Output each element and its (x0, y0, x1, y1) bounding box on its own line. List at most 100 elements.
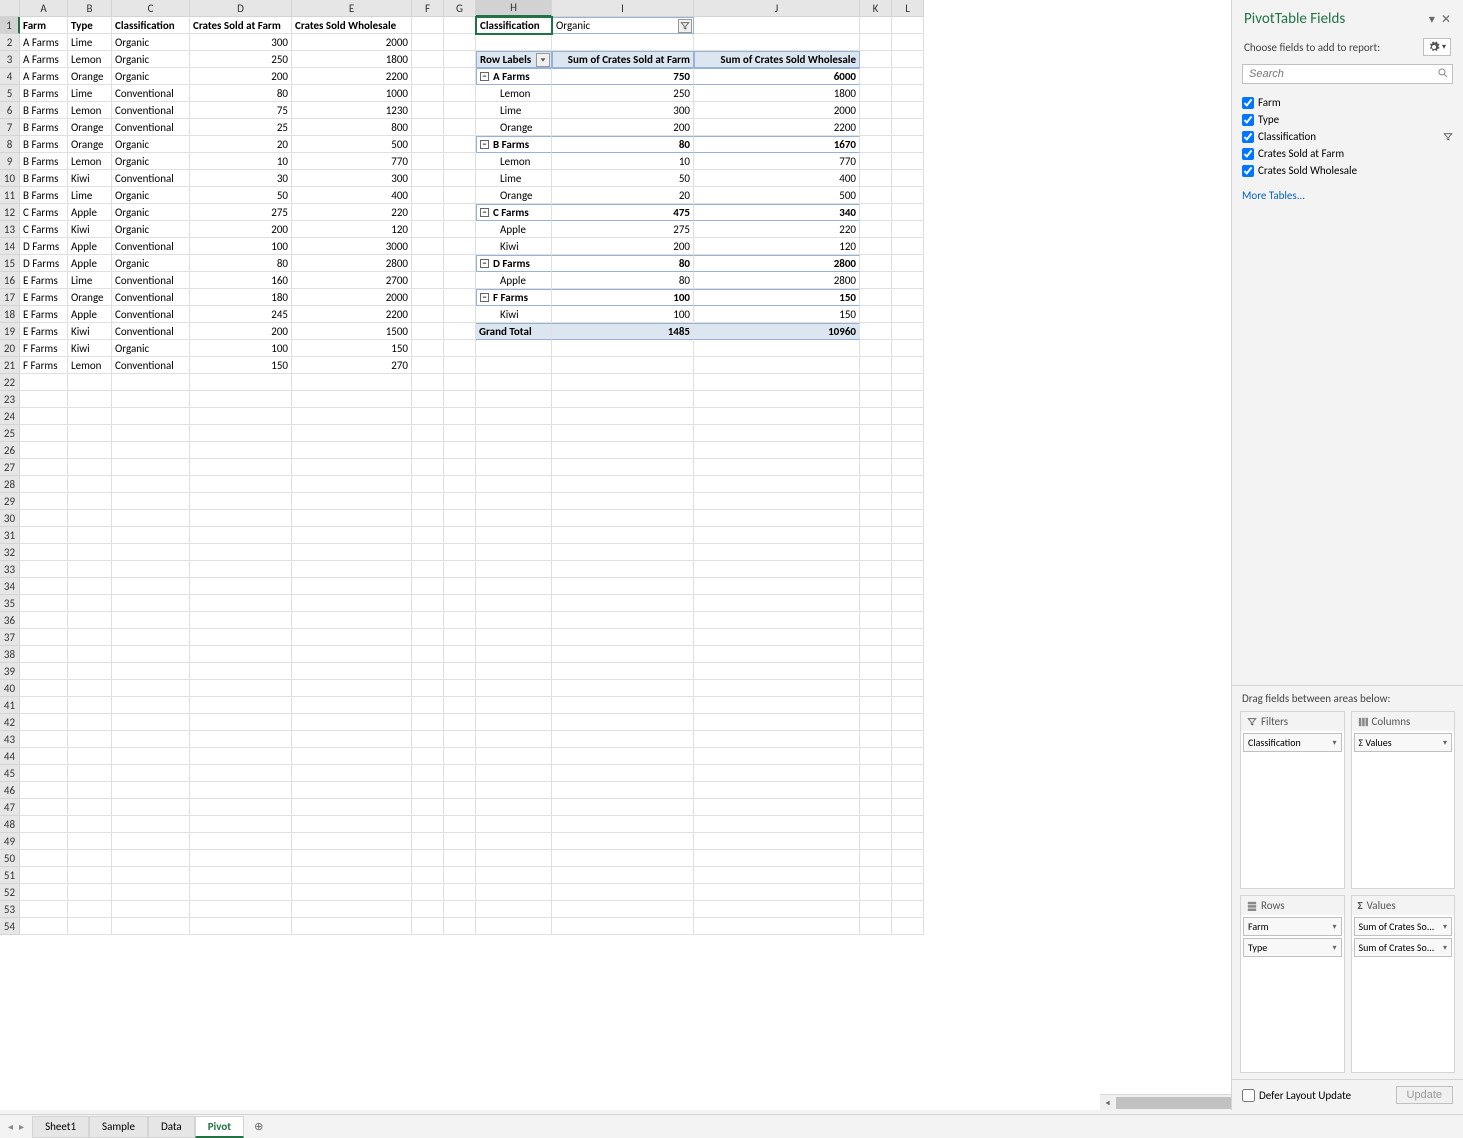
empty-cell[interactable] (412, 459, 444, 476)
data-cell[interactable]: Organic (112, 340, 190, 357)
empty-cell[interactable] (476, 918, 552, 935)
empty-cell[interactable] (412, 391, 444, 408)
empty-cell[interactable] (20, 748, 68, 765)
empty-cell[interactable] (444, 782, 476, 799)
empty-cell[interactable] (552, 714, 694, 731)
empty-cell[interactable] (476, 901, 552, 918)
data-cell[interactable]: 800 (292, 119, 412, 136)
pivot-value-cell[interactable]: 80 (552, 255, 694, 272)
empty-cell[interactable] (20, 731, 68, 748)
pivot-value-cell[interactable]: 2200 (694, 119, 860, 136)
empty-cell[interactable] (112, 918, 190, 935)
empty-cell[interactable] (694, 357, 860, 374)
pivot-value-cell[interactable]: 400 (694, 170, 860, 187)
data-cell[interactable]: 25 (190, 119, 292, 136)
empty-cell[interactable] (444, 204, 476, 221)
empty-cell[interactable] (860, 493, 892, 510)
row-header-15[interactable]: 15 (0, 255, 20, 272)
row-header-23[interactable]: 23 (0, 391, 20, 408)
field-item-crates-sold-wholesale[interactable]: Crates Sold Wholesale (1242, 162, 1453, 179)
data-cell[interactable]: Apple (68, 306, 112, 323)
empty-cell[interactable] (412, 663, 444, 680)
empty-cell[interactable] (552, 34, 694, 51)
column-header-K[interactable]: K (860, 0, 892, 17)
data-cell[interactable]: Orange (68, 68, 112, 85)
empty-cell[interactable] (892, 561, 924, 578)
pivot-sub-row[interactable]: Lemon (476, 85, 552, 102)
empty-cell[interactable] (444, 765, 476, 782)
zone-body[interactable]: Classification▾ (1241, 731, 1344, 888)
header-cell[interactable]: Crates Sold at Farm (190, 17, 292, 34)
empty-cell[interactable] (476, 34, 552, 51)
row-header-26[interactable]: 26 (0, 442, 20, 459)
row-header-47[interactable]: 47 (0, 799, 20, 816)
empty-cell[interactable] (112, 510, 190, 527)
data-cell[interactable]: 75 (190, 102, 292, 119)
empty-cell[interactable] (476, 714, 552, 731)
tab-nav-prev-icon[interactable]: ▸ (19, 1120, 24, 1133)
empty-cell[interactable] (444, 680, 476, 697)
empty-cell[interactable] (190, 646, 292, 663)
empty-cell[interactable] (892, 102, 924, 119)
column-header-C[interactable]: C (112, 0, 190, 17)
empty-cell[interactable] (112, 697, 190, 714)
update-button[interactable]: Update (1396, 1086, 1453, 1104)
empty-cell[interactable] (190, 510, 292, 527)
pivot-value-cell[interactable]: 200 (552, 238, 694, 255)
row-header-46[interactable]: 46 (0, 782, 20, 799)
empty-cell[interactable] (292, 391, 412, 408)
empty-cell[interactable] (476, 561, 552, 578)
empty-cell[interactable] (892, 17, 924, 34)
empty-cell[interactable] (552, 833, 694, 850)
data-cell[interactable]: E Farms (20, 306, 68, 323)
pivot-value-cell[interactable]: 750 (552, 68, 694, 85)
empty-cell[interactable] (190, 476, 292, 493)
data-cell[interactable]: Conventional (112, 357, 190, 374)
empty-cell[interactable] (694, 544, 860, 561)
empty-cell[interactable] (112, 884, 190, 901)
empty-cell[interactable] (444, 68, 476, 85)
data-cell[interactable]: Lemon (68, 153, 112, 170)
empty-cell[interactable] (190, 425, 292, 442)
empty-cell[interactable] (412, 680, 444, 697)
empty-cell[interactable] (20, 918, 68, 935)
empty-cell[interactable] (20, 374, 68, 391)
empty-cell[interactable] (444, 442, 476, 459)
empty-cell[interactable] (860, 816, 892, 833)
zone-columns[interactable]: ColumnsΣ Values▾ (1351, 711, 1456, 889)
empty-cell[interactable] (444, 510, 476, 527)
empty-cell[interactable] (20, 901, 68, 918)
empty-cell[interactable] (444, 238, 476, 255)
collapse-icon[interactable]: − (480, 72, 489, 81)
empty-cell[interactable] (444, 255, 476, 272)
empty-cell[interactable] (476, 799, 552, 816)
empty-cell[interactable] (412, 629, 444, 646)
empty-cell[interactable] (444, 408, 476, 425)
empty-cell[interactable] (860, 527, 892, 544)
empty-cell[interactable] (892, 714, 924, 731)
pivot-value-cell[interactable]: 2800 (694, 255, 860, 272)
pivot-filter-value[interactable]: Organic (552, 17, 694, 34)
empty-cell[interactable] (892, 51, 924, 68)
data-cell[interactable]: D Farms (20, 255, 68, 272)
empty-cell[interactable] (68, 884, 112, 901)
pivot-grand-total-label[interactable]: Grand Total (476, 323, 552, 340)
empty-cell[interactable] (860, 901, 892, 918)
data-cell[interactable]: Conventional (112, 102, 190, 119)
empty-cell[interactable] (112, 578, 190, 595)
pivot-sub-row[interactable]: Kiwi (476, 306, 552, 323)
data-cell[interactable]: C Farms (20, 204, 68, 221)
row-header-32[interactable]: 32 (0, 544, 20, 561)
empty-cell[interactable] (412, 782, 444, 799)
empty-cell[interactable] (892, 833, 924, 850)
empty-cell[interactable] (412, 527, 444, 544)
empty-cell[interactable] (860, 136, 892, 153)
empty-cell[interactable] (860, 34, 892, 51)
pivot-value-cell[interactable]: 300 (552, 102, 694, 119)
empty-cell[interactable] (412, 306, 444, 323)
empty-cell[interactable] (68, 476, 112, 493)
empty-cell[interactable] (860, 731, 892, 748)
empty-cell[interactable] (694, 595, 860, 612)
data-cell[interactable]: Orange (68, 136, 112, 153)
row-header-6[interactable]: 6 (0, 102, 20, 119)
